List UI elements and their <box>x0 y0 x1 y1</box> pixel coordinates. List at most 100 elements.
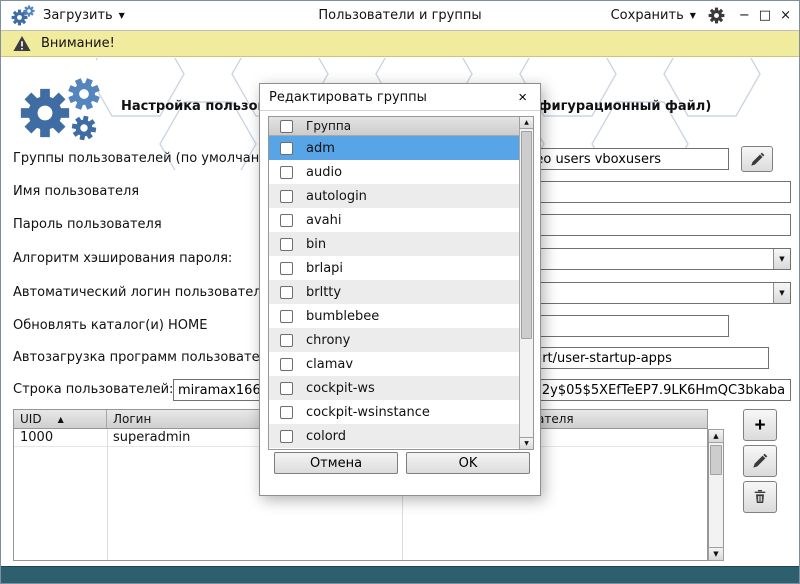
dialog-title-bar: Редактировать группы × <box>260 84 540 111</box>
group-name: cockpit-ws <box>306 381 375 396</box>
group-checkbox[interactable] <box>280 382 293 395</box>
group-list: Группа adm audio autologin avahi <box>268 116 534 450</box>
dropdown-arrow-icon[interactable]: ▼ <box>773 249 790 269</box>
group-checkbox[interactable] <box>280 262 293 275</box>
save-label: Сохранить <box>611 8 684 23</box>
group-row[interactable]: brlapi <box>269 256 519 280</box>
group-row[interactable]: audio <box>269 160 519 184</box>
dropdown-arrow-icon[interactable]: ▼ <box>773 283 790 303</box>
dialog-close-button[interactable]: × <box>514 90 531 105</box>
warning-bar: Внимание! <box>1 31 799 57</box>
sort-asc-icon: ▲ <box>58 415 64 424</box>
field-label-default-groups: Группы пользователей (по умолчанию) <box>13 151 284 166</box>
group-row[interactable]: brltty <box>269 280 519 304</box>
group-list-scrollbar[interactable]: ▲ ▼ <box>519 117 533 449</box>
app-logo-gears-icon <box>15 75 111 143</box>
cancel-button[interactable]: Отмена <box>274 452 398 474</box>
trash-icon <box>752 489 768 505</box>
minimize-button[interactable]: − <box>739 9 750 22</box>
group-row[interactable]: cockpit-ws <box>269 376 519 400</box>
field-label-user-string: Строка пользователей: <box>13 382 173 397</box>
group-row[interactable]: bin <box>269 232 519 256</box>
edit-user-button[interactable] <box>743 445 777 477</box>
scroll-up-icon[interactable]: ▲ <box>708 429 724 443</box>
group-name: cockpit-wsinstance <box>306 405 430 420</box>
group-row[interactable]: autologin <box>269 184 519 208</box>
column-label-uid: UID <box>20 412 42 426</box>
load-button[interactable]: Загрузить ▼ <box>43 8 125 23</box>
group-checkbox[interactable] <box>280 334 293 347</box>
toolbar: Загрузить ▼ Пользователи и группы Сохран… <box>1 1 799 31</box>
pencil-icon <box>752 453 768 469</box>
group-row-selected[interactable]: adm <box>269 136 519 160</box>
column-header-uid[interactable]: UID ▲ <box>14 410 107 428</box>
load-label: Загрузить <box>43 8 113 23</box>
add-user-button[interactable]: + <box>743 409 777 441</box>
group-checkbox[interactable] <box>280 358 293 371</box>
dialog-title: Редактировать группы <box>269 90 514 105</box>
group-name: bin <box>306 237 326 252</box>
group-row[interactable]: clamav <box>269 352 519 376</box>
warning-text: Внимание! <box>41 36 115 51</box>
ok-button[interactable]: OK <box>406 452 530 474</box>
group-checkbox[interactable] <box>280 430 293 443</box>
group-checkbox[interactable] <box>280 406 293 419</box>
maximize-button[interactable]: □ <box>759 9 771 22</box>
group-checkbox[interactable] <box>280 214 293 227</box>
field-label-username: Имя пользователя <box>13 184 139 199</box>
group-rows: adm audio autologin avahi bin <box>269 136 519 448</box>
app-gears-icon <box>11 5 35 27</box>
close-button[interactable]: × <box>780 9 791 22</box>
scroll-up-icon[interactable]: ▲ <box>519 116 534 129</box>
delete-user-button[interactable] <box>743 481 777 513</box>
group-name: brltty <box>306 285 341 300</box>
group-name: chrony <box>306 333 350 348</box>
save-button[interactable]: Сохранить ▼ <box>611 8 696 23</box>
group-checkbox[interactable] <box>280 310 293 323</box>
select-all-checkbox[interactable] <box>280 120 293 133</box>
group-checkbox[interactable] <box>280 142 293 155</box>
group-name: brlapi <box>306 261 343 276</box>
group-row[interactable]: colord <box>269 424 519 448</box>
field-label-update-home: Обновлять каталог(и) HOME <box>13 318 207 333</box>
group-checkbox[interactable] <box>280 190 293 203</box>
gear-icon <box>708 7 725 24</box>
group-row[interactable]: chrony <box>269 328 519 352</box>
column-label-login: Логин <box>113 412 151 426</box>
group-column-header[interactable]: Группа <box>306 119 351 133</box>
group-row[interactable]: cockpit-wsinstance <box>269 400 519 424</box>
group-checkbox[interactable] <box>280 166 293 179</box>
group-checkbox[interactable] <box>280 238 293 251</box>
chevron-down-icon: ▼ <box>690 12 696 20</box>
table-scrollbar[interactable]: ▲ ▼ <box>708 429 724 561</box>
group-name: autologin <box>306 189 367 204</box>
plus-icon: + <box>754 416 765 435</box>
pencil-icon <box>750 152 765 167</box>
window-controls: − □ × <box>739 9 791 22</box>
grid-line <box>107 429 108 560</box>
edit-groups-dialog: Редактировать группы × Группа adm audio <box>259 83 541 496</box>
group-row[interactable]: avahi <box>269 208 519 232</box>
field-label-autologin: Автоматический логин пользователя <box>13 285 269 300</box>
scroll-down-icon[interactable]: ▼ <box>519 437 534 450</box>
warning-icon <box>13 35 31 52</box>
group-checkbox[interactable] <box>280 286 293 299</box>
field-label-hash-algorithm: Алгоритм хэширования пароля: <box>13 251 232 266</box>
scroll-down-icon[interactable]: ▼ <box>708 547 724 561</box>
group-row[interactable]: bumblebee <box>269 304 519 328</box>
edit-groups-button[interactable] <box>741 146 773 172</box>
page-title: Пользователи и группы <box>181 1 619 30</box>
group-name: clamav <box>306 357 353 372</box>
chevron-down-icon: ▼ <box>119 12 125 20</box>
group-name: audio <box>306 165 342 180</box>
field-label-autostart: Автозагрузка программ пользователей <box>13 350 284 365</box>
scrollbar-thumb[interactable] <box>521 131 532 339</box>
group-name: bumblebee <box>306 309 379 324</box>
app-window: Загрузить ▼ Пользователи и группы Сохран… <box>0 0 800 584</box>
scrollbar-thumb[interactable] <box>710 445 722 475</box>
cell-uid: 1000 <box>14 430 107 445</box>
settings-gear-button[interactable] <box>708 7 725 24</box>
group-list-header: Группа <box>269 117 519 136</box>
group-name: avahi <box>306 213 341 228</box>
group-name: colord <box>306 429 346 444</box>
